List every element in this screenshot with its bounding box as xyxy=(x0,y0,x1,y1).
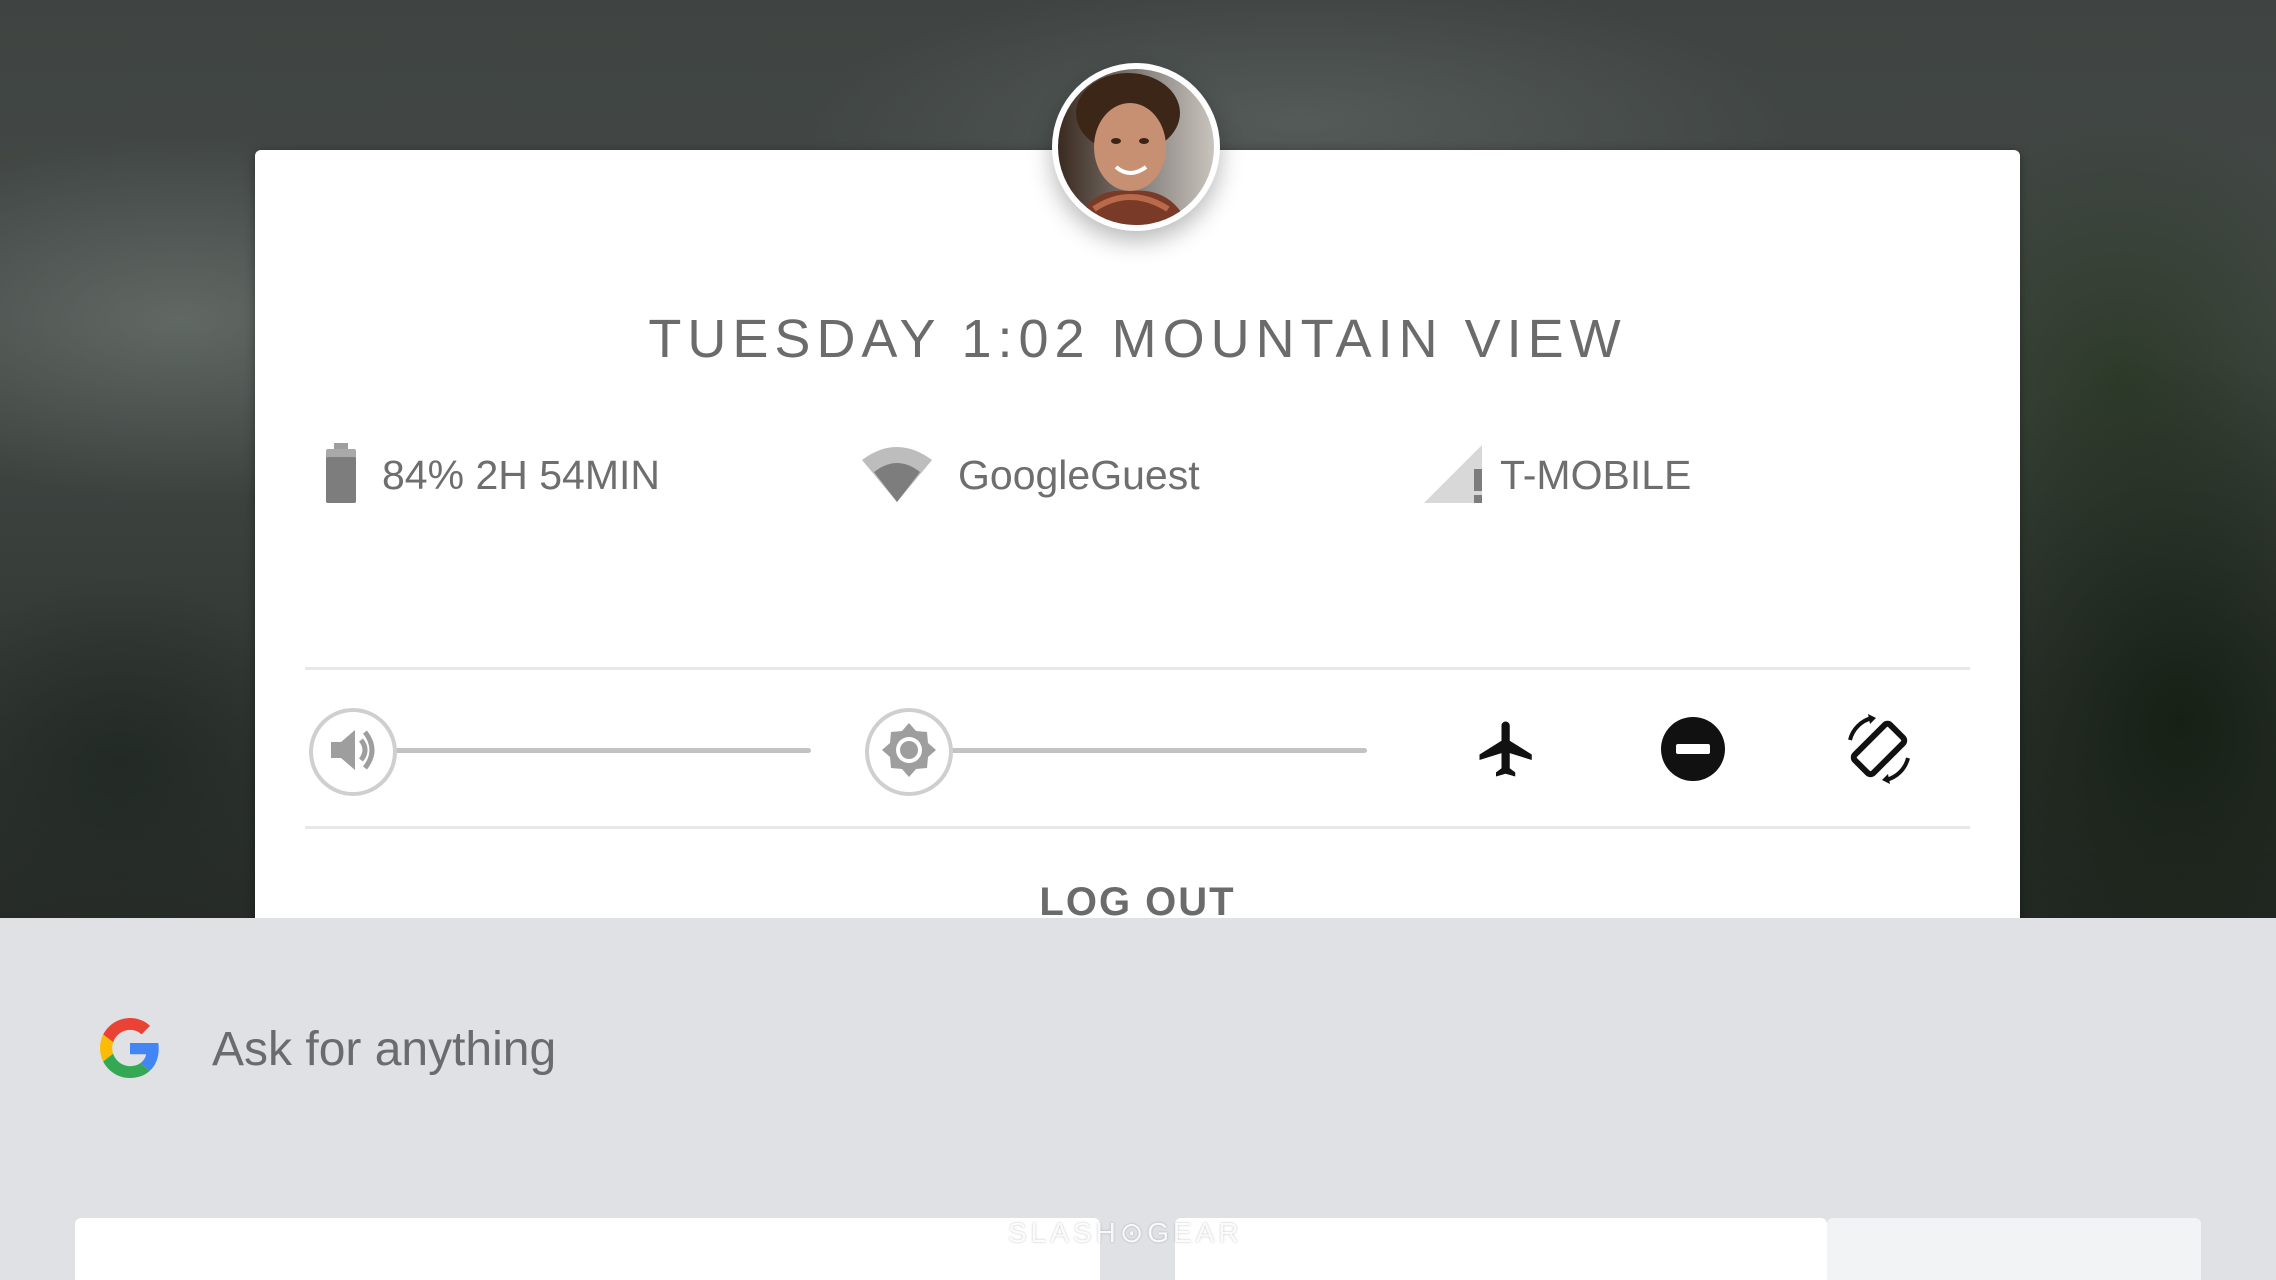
brightness-track[interactable] xyxy=(949,748,1367,753)
result-card-middle[interactable] xyxy=(1175,1218,1827,1280)
cellular-status[interactable]: T-MOBILE xyxy=(1422,440,1691,510)
wifi-status[interactable]: GoogleGuest xyxy=(860,440,1200,510)
result-card-right[interactable] xyxy=(1827,1218,2201,1280)
user-avatar[interactable] xyxy=(1052,63,1220,231)
divider-bottom xyxy=(305,826,1970,829)
avatar-photo xyxy=(1058,69,1214,225)
assistant-input[interactable]: Ask for anything xyxy=(212,1018,556,1082)
battery-text: 84% 2H 54MIN xyxy=(382,451,661,498)
volume-icon xyxy=(325,722,381,783)
do-not-disturb-icon xyxy=(1660,716,1726,787)
divider-top xyxy=(305,667,1970,670)
carrier-name: T-MOBILE xyxy=(1500,451,1692,498)
brightness-icon xyxy=(880,721,938,784)
wifi-icon xyxy=(860,442,934,509)
screen: TUESDAY 1:02 MOUNTAIN VIEW 84% 2H 54MIN … xyxy=(0,0,2276,1280)
google-g-icon xyxy=(100,1018,160,1083)
brightness-thumb[interactable] xyxy=(865,708,953,796)
brightness-slider[interactable] xyxy=(865,708,1367,796)
do-not-disturb-toggle[interactable] xyxy=(1654,712,1732,790)
quick-settings-card xyxy=(255,150,2020,930)
auto-rotate-icon xyxy=(1842,712,1916,791)
airplane-mode-toggle[interactable] xyxy=(1468,712,1546,790)
battery-status[interactable]: 84% 2H 54MIN xyxy=(322,440,660,510)
auto-rotate-toggle[interactable] xyxy=(1840,712,1918,790)
airplane-mode-icon xyxy=(1474,716,1540,787)
assistant-panel: Ask for anything SLASH⊙GEAR xyxy=(0,918,2276,1280)
wifi-network-name: GoogleGuest xyxy=(958,451,1200,498)
volume-slider[interactable] xyxy=(309,708,811,796)
watermark-text: SLASH⊙GEAR xyxy=(1008,1217,1243,1248)
result-card-left[interactable] xyxy=(75,1218,1100,1280)
volume-track[interactable] xyxy=(393,748,811,753)
volume-thumb[interactable] xyxy=(309,708,397,796)
cell-signal-warning-icon xyxy=(1422,441,1486,510)
battery-icon xyxy=(322,441,360,510)
date-time-location: TUESDAY 1:02 MOUNTAIN VIEW xyxy=(648,309,1627,369)
